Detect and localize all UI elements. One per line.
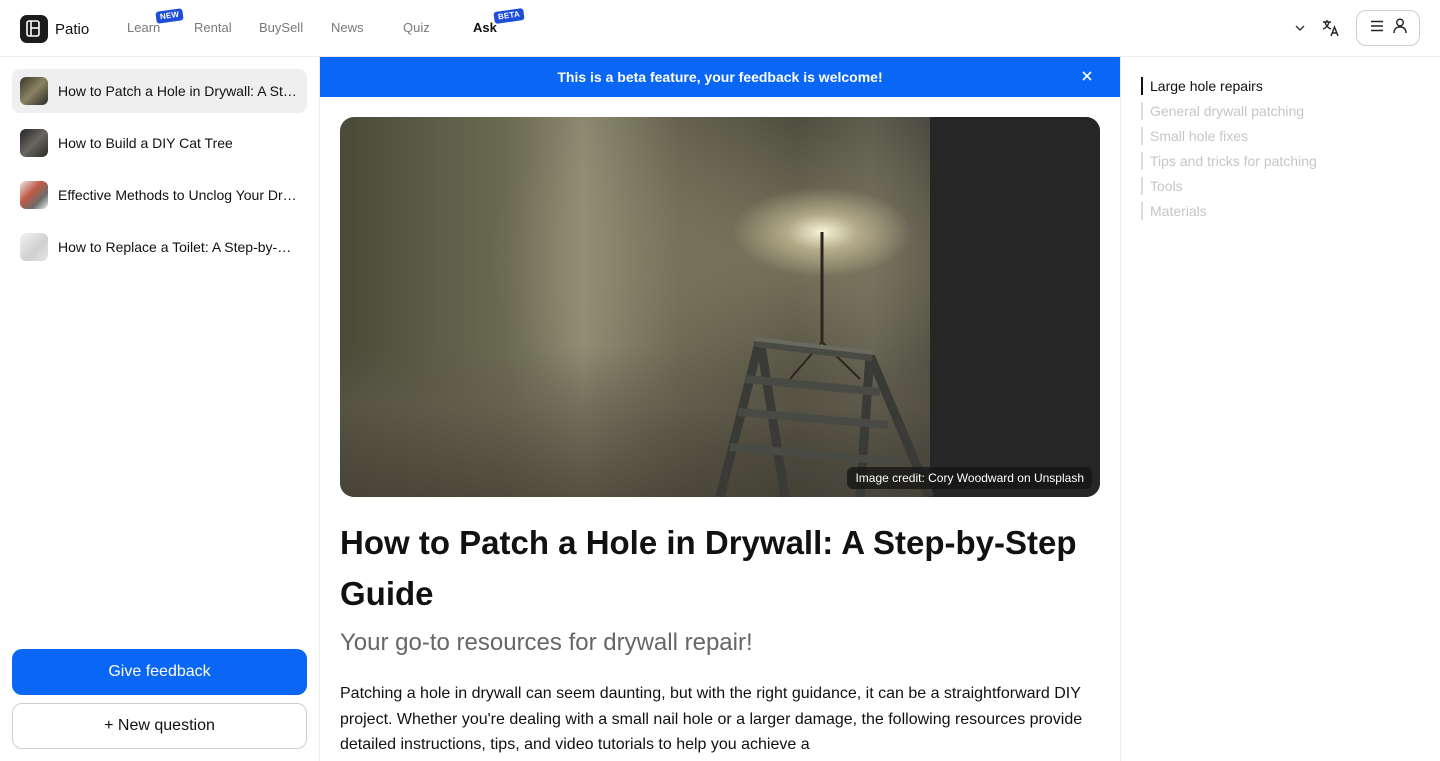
image-credit: Image credit: Cory Woodward on Unsplash — [847, 467, 1092, 489]
toc-item[interactable]: Tools — [1141, 177, 1183, 195]
beta-banner-text: This is a beta feature, your feedback is… — [557, 69, 883, 85]
beta-banner: This is a beta feature, your feedback is… — [320, 57, 1120, 97]
close-icon[interactable] — [1080, 69, 1094, 86]
badge-new: NEW — [155, 8, 184, 24]
table-of-contents: Large hole repairs General drywall patch… — [1120, 57, 1440, 761]
top-header: Patio Learn NEW Rental BuySell News Quiz… — [0, 0, 1440, 57]
history-item-label: Effective Methods to Unclog Your Drain — [58, 187, 298, 203]
history-item[interactable]: How to Build a DIY Cat Tree — [12, 121, 307, 165]
chevron-down-icon[interactable] — [1294, 22, 1306, 34]
logo[interactable]: Patio — [20, 15, 89, 43]
history-item[interactable]: How to Patch a Hole in Drywall: A Step-b… — [12, 69, 307, 113]
history-thumbnail — [20, 129, 48, 157]
hero-image: Image credit: Cory Woodward on Unsplash — [340, 117, 1100, 497]
toc-item[interactable]: Large hole repairs — [1141, 77, 1263, 95]
history-thumbnail — [20, 233, 48, 261]
nav-quiz[interactable]: Quiz — [403, 20, 430, 35]
new-question-button[interactable]: + New question — [12, 703, 307, 749]
toc-item[interactable]: Small hole fixes — [1141, 127, 1248, 145]
user-icon — [1392, 18, 1407, 39]
hamburger-icon — [1370, 19, 1384, 37]
badge-beta: BETA — [493, 7, 525, 25]
article-body: Patching a hole in drywall can seem daun… — [340, 685, 1083, 753]
patio-logo-icon — [20, 15, 48, 43]
header-actions — [1294, 10, 1420, 46]
app-name: Patio — [55, 20, 90, 38]
history-thumbnail — [20, 77, 48, 105]
nav-rental[interactable]: Rental — [194, 20, 232, 35]
nav-buysell[interactable]: BuySell — [259, 20, 303, 35]
history-item[interactable]: Effective Methods to Unclog Your Drain — [12, 173, 307, 217]
ladder-illustration — [715, 232, 935, 497]
nav-learn[interactable]: Learn — [127, 20, 160, 35]
nav-ask[interactable]: Ask — [473, 20, 497, 35]
history-thumbnail — [20, 181, 48, 209]
article-subtitle: Your go-to resources for drywall repair! — [340, 629, 753, 656]
history-sidebar: How to Patch a Hole in Drywall: A Step-b… — [0, 57, 320, 761]
history-item-label: How to Replace a Toilet: A Step-by-Step … — [58, 239, 298, 255]
toc-item[interactable]: Materials — [1141, 202, 1207, 220]
give-feedback-button[interactable]: Give feedback — [12, 649, 307, 695]
history-item[interactable]: How to Replace a Toilet: A Step-by-Step … — [12, 225, 307, 269]
history-item-label: How to Patch a Hole in Drywall: A Step-b… — [58, 83, 298, 99]
toc-item[interactable]: General drywall patching — [1141, 102, 1304, 120]
account-menu-button[interactable] — [1356, 10, 1420, 46]
toc-item[interactable]: Tips and tricks for patching — [1141, 152, 1317, 170]
nav-news[interactable]: News — [331, 20, 364, 35]
translate-icon[interactable] — [1322, 19, 1340, 37]
history-item-label: How to Build a DIY Cat Tree — [58, 135, 233, 151]
main-content: This is a beta feature, your feedback is… — [320, 57, 1120, 761]
article-title: How to Patch a Hole in Drywall: A Step-b… — [340, 524, 1077, 612]
